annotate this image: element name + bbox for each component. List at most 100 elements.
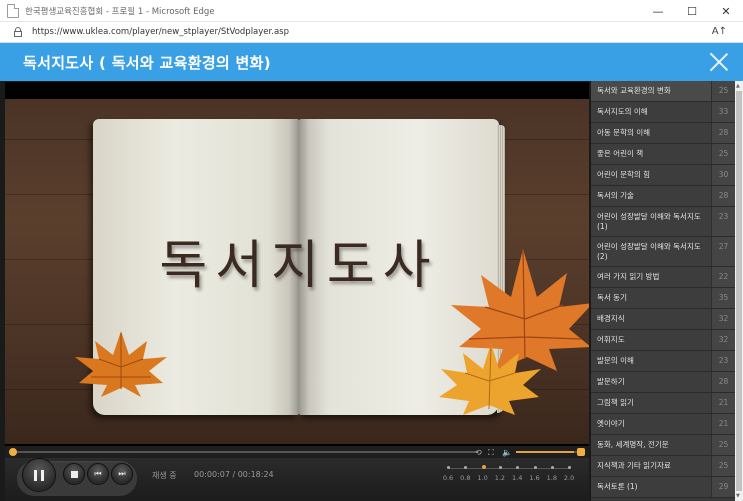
page-icon [7, 3, 19, 18]
playlist-item[interactable]: 지식책과 기타 읽기자료 25 [591, 456, 735, 477]
speed-selector[interactable]: 0.6 0.8 1.0 1.2 1.4 1.6 1.8 2.0 [5, 458, 589, 501]
playlist-item-duration: 32 [711, 309, 735, 329]
playlist-item-duration: 21 [711, 393, 735, 413]
playlist-item[interactable]: 옛이야기 21 [591, 414, 735, 435]
volume-fill [516, 451, 574, 453]
lecture-title: 독서지도사 ( 독서와 교육환경의 변화) [23, 53, 271, 72]
speed-label-1.8[interactable]: 1.8 [544, 474, 560, 482]
playlist-item-duration: 28 [711, 186, 735, 206]
speed-dot-2.0[interactable] [568, 466, 572, 469]
playlist-item-title: 동화, 세계명작, 전기문 [597, 440, 669, 449]
playlist-item[interactable]: 발문하기 28 [591, 372, 735, 393]
speed-dot-1.2[interactable] [498, 466, 502, 469]
playlist-item-duration: 23 [711, 351, 735, 371]
playlist-item[interactable]: 그림책 읽기 21 [591, 393, 735, 414]
playlist-item[interactable]: 아동 문학의 이해 28 [591, 123, 735, 144]
maple-leaf-left-image [75, 331, 167, 415]
window-title: 한국평생교육진흥협회 - 프로필 1 - Microsoft Edge [25, 6, 215, 17]
window-controls: — ☐ ✕ [641, 0, 743, 22]
playlist-item-duration: 28 [711, 123, 735, 143]
playlist-item-title: 독서지도의 이해 [597, 107, 648, 116]
address-bar[interactable]: https://www.uklea.com/player/new_stplaye… [0, 22, 743, 43]
playlist-item[interactable]: 독서토론 (1) 29 [591, 477, 735, 498]
speed-label-0.6[interactable]: 0.6 [440, 474, 456, 482]
playlist-item-duration: 23 [711, 207, 735, 236]
playlist-item-title: 어린이 성장발달 이해와 독서지도 (2) [597, 242, 701, 261]
volume-icon[interactable]: 🔈 [502, 448, 512, 457]
playlist-item[interactable]: 발문의 이해 23 [591, 351, 735, 372]
speed-dot-1.6[interactable] [533, 466, 537, 469]
volume-handle[interactable] [577, 448, 585, 456]
playlist-item-title: 옛이야기 [597, 419, 625, 428]
fullscreen-icon[interactable]: ⛶ [488, 448, 494, 458]
scroll-up-icon[interactable]: ▲ [736, 83, 740, 89]
playlist-item[interactable]: 어린이 성장발달 이해와 독서지도 (1) 23 [591, 207, 735, 237]
close-window-button[interactable]: ✕ [709, 0, 743, 22]
rewind-icon[interactable]: ⟲ [475, 448, 482, 457]
speed-dot-0.6[interactable] [447, 466, 450, 469]
maximize-button[interactable]: ☐ [675, 0, 709, 22]
playlist-item[interactable]: 독서지도의 이해 33 [591, 102, 735, 123]
playlist-item-duration: 29 [711, 477, 735, 497]
playlist-item-duration: 25 [711, 456, 735, 476]
playlist-item-title: 그림책 읽기 [597, 398, 634, 407]
lock-icon[interactable] [14, 27, 22, 37]
speed-label-2.0[interactable]: 2.0 [561, 474, 577, 482]
speed-label-1.6[interactable]: 1.6 [527, 474, 543, 482]
playlist-item[interactable]: 어린이 성장발달 이해와 독서지도 (2) 27 [591, 237, 735, 267]
playlist-item-duration: 28 [711, 372, 735, 392]
speed-label-1.2[interactable]: 1.2 [492, 474, 508, 482]
speed-label-1.4[interactable]: 1.4 [509, 474, 525, 482]
playlist-item-title: 배경지식 [597, 314, 625, 323]
playlist-scrollbar[interactable]: ▲ ▼ [735, 81, 743, 501]
seek-bar[interactable]: ⟲ ⛶ 🔈 [5, 446, 589, 458]
close-player-icon[interactable] [709, 52, 729, 72]
playlist-item-title: 어린이 성장발달 이해와 독서지도 (1) [597, 212, 701, 231]
playlist-item-title: 발문의 이해 [597, 356, 634, 365]
volume-track[interactable] [516, 451, 580, 453]
playlist-item-duration: 32 [711, 330, 735, 350]
playlist-item-title: 독서와 교육환경의 변화 [597, 86, 671, 95]
playlist-item-title: 어휘지도 [597, 335, 625, 344]
playlist-item-duration: 33 [711, 102, 735, 122]
url-text[interactable]: https://www.uklea.com/player/new_stplaye… [32, 27, 289, 37]
playlist-item[interactable]: 여러 가지 읽기 방법 22 [591, 267, 735, 288]
speed-dot-1.0[interactable] [481, 465, 486, 469]
maple-leaf-yellow-image [439, 343, 541, 435]
speed-label-0.8[interactable]: 0.8 [457, 474, 473, 482]
playlist-item[interactable]: 독서 동기 35 [591, 288, 735, 309]
scroll-thumb[interactable] [736, 91, 742, 491]
minimize-button[interactable]: — [641, 0, 675, 22]
video-title-text: 독서지도사 [159, 236, 439, 296]
video-area[interactable]: 독서지도사 [5, 82, 589, 487]
playlist-item-duration: 30 [711, 165, 735, 185]
playlist-item-title: 지식책과 기타 읽기자료 [597, 461, 671, 470]
playlist-item[interactable]: 어린이 문학의 힘 30 [591, 165, 735, 186]
playlist-item[interactable]: 좋은 어린이 책 25 [591, 144, 735, 165]
playlist-item-duration: 25 [711, 144, 735, 164]
read-aloud-icon[interactable]: A↑ [712, 26, 727, 37]
speed-dot-1.8[interactable] [550, 466, 554, 469]
playlist-item-duration: 35 [711, 288, 735, 308]
progress-track[interactable] [13, 451, 477, 453]
playlist-item-title: 여러 가지 읽기 방법 [597, 272, 660, 281]
playlist-item-title: 아동 문학의 이해 [597, 128, 651, 137]
player-header: 독서지도사 ( 독서와 교육환경의 변화) [0, 43, 743, 81]
playlist-item-duration: 25 [711, 81, 735, 101]
playlist-item-title: 발문하기 [597, 377, 625, 386]
playlist-item[interactable]: 동화, 세계명작, 전기문 25 [591, 435, 735, 456]
playlist-item-duration: 27 [711, 237, 735, 266]
lecture-playlist[interactable]: 독서와 교육환경의 변화 25 독서지도의 이해 33 아동 문학의 이해 28 좋은 어린… [591, 81, 735, 501]
playlist-item-title: 독서토론 (1) [597, 482, 638, 491]
playlist-item[interactable]: 배경지식 32 [591, 309, 735, 330]
speed-label-1.0[interactable]: 1.0 [475, 474, 491, 482]
progress-handle[interactable] [9, 448, 17, 456]
playlist-item-title: 좋은 어린이 책 [597, 149, 644, 158]
playlist-item-duration: 25 [711, 435, 735, 455]
playlist-item[interactable]: 어휘지도 32 [591, 330, 735, 351]
video-player: 독서지도사 ( 독서와 교육환경의 변화) 독서지도사 ⟲ ⛶ 🔈 ⏮ ⏭ 재생… [0, 43, 743, 501]
scroll-down-icon[interactable]: ▼ [736, 493, 740, 499]
playlist-item[interactable]: 독서의 기술 28 [591, 186, 735, 207]
browser-titlebar: 한국평생교육진흥협회 - 프로필 1 - Microsoft Edge — ☐ … [0, 0, 743, 22]
playlist-item[interactable]: 독서와 교육환경의 변화 25 [591, 81, 735, 102]
